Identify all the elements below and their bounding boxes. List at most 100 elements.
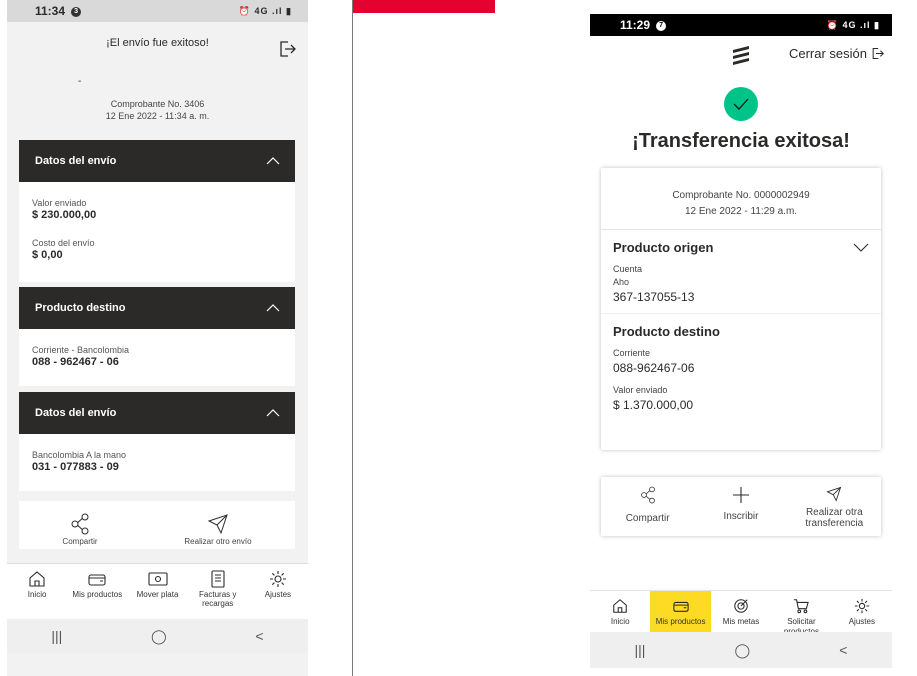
origin-product-toggle[interactable]: Producto origen bbox=[613, 240, 869, 255]
nav-inicio[interactable]: Inicio bbox=[590, 591, 650, 632]
nav-label: Ajustes bbox=[848, 617, 875, 626]
field-label: Aho bbox=[613, 277, 630, 287]
red-accent-bar bbox=[353, 0, 495, 13]
status-icons: ⏰ 4G .ıl ▮ bbox=[238, 5, 292, 16]
nav-label: Inicio bbox=[610, 617, 630, 626]
share-icon bbox=[640, 486, 655, 504]
field-label: Valor enviado bbox=[613, 385, 668, 395]
destination-account: 088-962467-06 bbox=[613, 361, 695, 375]
bottom-navigation: Inicio Mis productos Mis metas Solicitar… bbox=[590, 590, 892, 636]
right-phone-screen: 11:29 7 ⏰ 4G .ıl ▮ Cerrar sesión ¡Transfe… bbox=[590, 14, 892, 668]
recents-button[interactable]: ||| bbox=[51, 628, 62, 644]
nav-ajustes[interactable]: Ajustes bbox=[832, 591, 892, 632]
send-details-card-2: Datos del envío Bancolombia A la mano 03… bbox=[19, 392, 295, 491]
new-transfer-button[interactable]: Realizar otra transferencia bbox=[789, 477, 879, 536]
send-again-label: Realizar otro envío bbox=[184, 537, 252, 546]
back-button[interactable]: < bbox=[255, 628, 263, 644]
nav-ajustes[interactable]: Ajustes bbox=[248, 564, 308, 619]
card-body: Bancolombia A la mano 031 - 077883 - 09 bbox=[19, 434, 295, 491]
bottom-navigation: Inicio Mis productos Mover plata Factura… bbox=[7, 563, 308, 619]
plus-icon bbox=[732, 487, 749, 503]
nav-label: Mis productos bbox=[655, 617, 706, 626]
origin-account: 367-137055-13 bbox=[613, 290, 695, 304]
field-value: 031 - 077883 - 09 bbox=[32, 461, 119, 473]
invoice-icon bbox=[211, 570, 225, 588]
send-details-header-2[interactable]: Datos del envío bbox=[19, 392, 295, 434]
destination-product-header[interactable]: Producto destino bbox=[19, 287, 295, 329]
transfer-summary-card: Comprobante No. 0000002949 12 Ene 2022 -… bbox=[601, 168, 881, 450]
home-button[interactable]: ◯ bbox=[151, 628, 167, 645]
bancolombia-logo-icon bbox=[732, 45, 750, 70]
nav-label: Facturas y recargas bbox=[199, 590, 237, 608]
chevron-up-icon bbox=[266, 304, 280, 312]
nav-mis-metas[interactable]: Mis metas bbox=[711, 591, 771, 632]
logout-icon[interactable] bbox=[278, 34, 296, 76]
section-title: Producto origen bbox=[613, 240, 714, 255]
nav-label: Ajustes bbox=[264, 590, 292, 599]
nav-mover-plata[interactable]: Mover plata bbox=[127, 564, 187, 619]
receipt-date: 12 Ene 2022 - 11:34 a. m. bbox=[105, 111, 210, 121]
home-button[interactable]: ◯ bbox=[735, 642, 751, 659]
gear-icon bbox=[854, 598, 869, 614]
logout-button[interactable]: Cerrar sesión bbox=[789, 46, 884, 61]
status-icons: ⏰ 4G .ıl ▮ bbox=[826, 19, 880, 30]
share-label: Compartir bbox=[62, 537, 98, 546]
field-label: Costo del envío bbox=[32, 238, 95, 248]
cart-icon bbox=[794, 599, 810, 614]
send-details-header[interactable]: Datos del envío bbox=[19, 140, 295, 182]
card-body: Corriente - Bancolombia 088 - 962467 - 0… bbox=[19, 329, 295, 386]
field-value: $ 0,00 bbox=[32, 249, 63, 261]
receipt-date: 12 Ene 2022 - 11:29 a.m. bbox=[684, 206, 798, 217]
share-button[interactable]: Compartir bbox=[603, 477, 693, 536]
status-time: 11:34 bbox=[35, 4, 66, 18]
chevron-down-icon bbox=[853, 243, 869, 252]
nav-mis-productos[interactable]: Mis productos bbox=[650, 591, 711, 632]
nav-inicio[interactable]: Inicio bbox=[7, 564, 67, 619]
wallet-icon bbox=[88, 574, 106, 586]
nav-label: Mis metas bbox=[722, 617, 760, 626]
enroll-button[interactable]: Inscribir bbox=[696, 477, 786, 536]
field-label: Valor enviado bbox=[32, 198, 87, 208]
system-nav-bar: ||| ◯ < bbox=[7, 619, 308, 653]
share-button[interactable]: Compartir bbox=[62, 501, 98, 549]
status-bar: 11:34 3 ⏰ 4G .ıl ▮ bbox=[7, 0, 308, 22]
nav-mis-productos[interactable]: Mis productos bbox=[67, 564, 127, 619]
section-heading: Producto destino bbox=[613, 324, 869, 339]
divider-line bbox=[352, 0, 353, 676]
recents-button[interactable]: ||| bbox=[635, 642, 646, 658]
page-title: ¡Transferencia exitosa! bbox=[632, 130, 850, 152]
receipt-number: Comprobante No. 0000002949 bbox=[672, 190, 810, 201]
back-button[interactable]: < bbox=[839, 642, 847, 658]
notification-badge: 3 bbox=[71, 6, 82, 17]
share-icon bbox=[71, 513, 89, 535]
field-label: Cuenta bbox=[613, 264, 643, 274]
send-details-card: Datos del envío Valor enviado $ 230.000,… bbox=[19, 140, 295, 282]
home-icon bbox=[29, 571, 45, 587]
receipt-info: Comprobante No. 3406 12 Ene 2022 - 11:34… bbox=[7, 98, 308, 122]
logout-label: Cerrar sesión bbox=[788, 46, 867, 61]
chevron-up-icon bbox=[266, 157, 280, 165]
page-title: ¡El envío fue exitoso! bbox=[106, 37, 209, 49]
chevron-up-icon bbox=[266, 409, 280, 417]
notification-badge: 7 bbox=[656, 20, 667, 31]
actions-panel: Compartir Realizar otro envío bbox=[19, 501, 295, 549]
nav-solicitar-productos[interactable]: Solicitar productos bbox=[771, 591, 831, 636]
left-phone-screen: 11:34 3 ⏰ 4G .ıl ▮ ¡El envío fue exitoso!… bbox=[7, 0, 308, 676]
send-icon bbox=[826, 486, 842, 502]
share-label: Compartir bbox=[625, 513, 670, 524]
destination-product-section: Producto destino Corriente 088-962467-06… bbox=[601, 314, 881, 413]
logout-icon bbox=[872, 47, 884, 60]
nav-facturas[interactable]: Facturas y recargas bbox=[188, 564, 248, 619]
top-bar: Cerrar sesión bbox=[590, 36, 892, 72]
account-dash: - bbox=[78, 76, 82, 87]
section-title: Producto destino bbox=[613, 324, 720, 339]
origin-product-section: Producto origen Cuenta Aho 367-137055-13 bbox=[601, 230, 881, 305]
wallet-icon bbox=[672, 601, 689, 612]
nav-label: Inicio bbox=[27, 590, 47, 599]
field-value: $ 230.000,00 bbox=[32, 209, 97, 221]
send-again-button[interactable]: Realizar otro envío bbox=[184, 501, 252, 549]
status-time: 11:29 bbox=[620, 18, 651, 32]
header: ¡El envío fue exitoso! bbox=[7, 22, 308, 64]
destination-product-card: Producto destino Corriente - Bancolombia… bbox=[19, 287, 295, 386]
new-transfer-label: Realizar otra transferencia bbox=[805, 507, 864, 529]
